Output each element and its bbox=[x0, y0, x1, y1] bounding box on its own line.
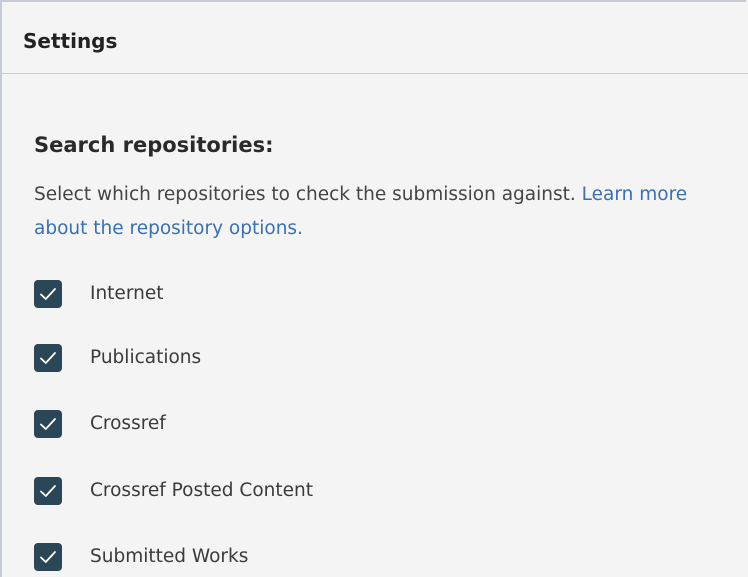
description-text: Select which repositories to check the s… bbox=[34, 184, 582, 205]
option-internet[interactable]: Internet bbox=[34, 278, 534, 308]
checkmark-icon bbox=[40, 352, 56, 364]
checkmark-icon bbox=[40, 485, 56, 497]
publications-checkbox[interactable] bbox=[34, 344, 62, 372]
option-crossref-posted-content[interactable]: Crossref Posted Content bbox=[34, 475, 534, 505]
repositories-description: Select which repositories to check the s… bbox=[34, 178, 734, 246]
option-submitted-works[interactable]: Submitted Works bbox=[34, 541, 534, 571]
option-crossref[interactable]: Crossref bbox=[34, 408, 534, 438]
crossref-posted-content-checkbox[interactable] bbox=[34, 477, 62, 505]
option-publications[interactable]: Publications bbox=[34, 342, 534, 372]
internet-checkbox[interactable] bbox=[34, 280, 62, 308]
checkmark-icon bbox=[40, 551, 56, 563]
internet-label: Internet bbox=[90, 283, 164, 304]
settings-title: Settings bbox=[23, 29, 118, 53]
search-repositories-heading: Search repositories: bbox=[34, 133, 274, 157]
checkmark-icon bbox=[40, 418, 56, 430]
settings-header: Settings bbox=[2, 2, 748, 74]
settings-panel: Settings Search repositories: Select whi… bbox=[0, 0, 748, 577]
crossref-checkbox[interactable] bbox=[34, 410, 62, 438]
checkmark-icon bbox=[40, 288, 56, 300]
crossref-label: Crossref bbox=[90, 413, 166, 434]
publications-label: Publications bbox=[90, 347, 202, 368]
submitted-works-checkbox[interactable] bbox=[34, 543, 62, 571]
crossref-posted-content-label: Crossref Posted Content bbox=[90, 480, 313, 501]
submitted-works-label: Submitted Works bbox=[90, 546, 249, 567]
